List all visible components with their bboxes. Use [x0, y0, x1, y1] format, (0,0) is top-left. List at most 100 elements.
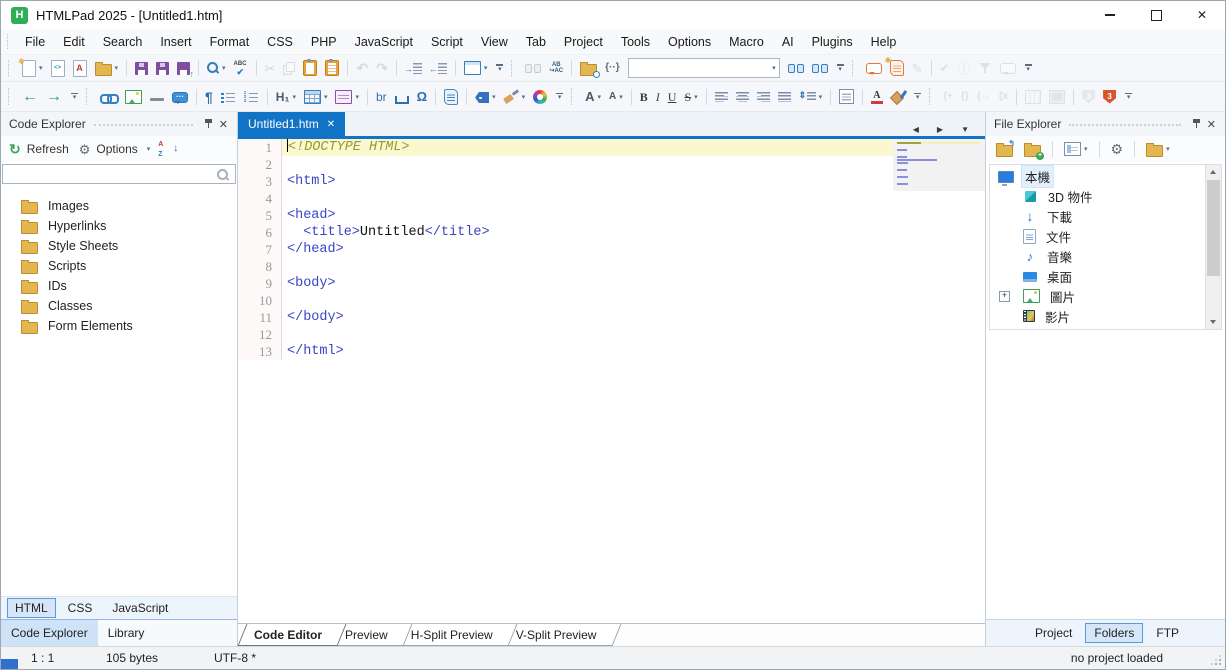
css-check-button[interactable]: [1079, 88, 1098, 106]
hyperlink-button[interactable]: [97, 89, 120, 105]
format-painter-button[interactable]: ▾: [501, 88, 529, 106]
menu-help[interactable]: Help: [862, 32, 906, 52]
menu-project[interactable]: Project: [555, 32, 612, 52]
minimap[interactable]: [893, 139, 985, 191]
close-button[interactable]: ✕: [1179, 1, 1225, 29]
tab-css[interactable]: CSS: [60, 598, 101, 618]
color-picker-button[interactable]: [530, 88, 550, 106]
toolbar-overflow-4-icon[interactable]: [68, 88, 81, 106]
unindent-button[interactable]: [427, 61, 450, 76]
tree-item-3D 物件[interactable]: 3D 物件: [990, 186, 1206, 206]
code-line[interactable]: 4: [238, 190, 985, 207]
bullet-list-button[interactable]: [218, 89, 239, 105]
resize-grip[interactable]: [1209, 653, 1221, 665]
code-line[interactable]: 12: [238, 326, 985, 343]
pin-button[interactable]: [1189, 118, 1204, 130]
tree-item-下載[interactable]: ↓下載: [990, 206, 1206, 226]
close-panel-button[interactable]: ✕: [1204, 118, 1219, 131]
tree-item-ids[interactable]: IDs: [1, 276, 237, 296]
font-color-button[interactable]: [868, 88, 886, 106]
scrollbar-thumb[interactable]: [1207, 180, 1220, 276]
menu-script[interactable]: Script: [422, 32, 472, 52]
save-all-button[interactable]: [153, 60, 172, 77]
forward-button[interactable]: →: [43, 87, 65, 107]
code-line[interactable]: 13</html>: [238, 343, 985, 360]
menu-macro[interactable]: Macro: [720, 32, 773, 52]
save-remote-button[interactable]: [174, 60, 193, 77]
search-input[interactable]: [2, 164, 236, 184]
css-goto-rule-button[interactable]: {→: [974, 90, 994, 104]
copy-button[interactable]: [280, 60, 298, 77]
cut-button[interactable]: ✂: [262, 60, 279, 77]
feedback-button[interactable]: [997, 60, 1019, 76]
paste-button[interactable]: [300, 58, 320, 78]
toolbar-overflow-2-icon[interactable]: [834, 59, 847, 77]
code-line[interactable]: 7</head>: [238, 241, 985, 258]
tree-item-scripts[interactable]: Scripts: [1, 256, 237, 276]
insert-tag-button[interactable]: ▾: [472, 88, 499, 105]
open-file-button[interactable]: ▾: [92, 58, 122, 78]
insert-layout-button[interactable]: ▾: [461, 59, 491, 77]
css-new-rule-button[interactable]: {+: [940, 90, 956, 104]
scroll-down-button[interactable]: [1206, 315, 1221, 329]
refresh-button[interactable]: ↻ Refresh: [7, 140, 73, 158]
favorites-folder-button[interactable]: ▾: [1143, 139, 1173, 159]
tab-ftp[interactable]: FTP: [1147, 623, 1188, 643]
css-grid-view-button[interactable]: [1022, 88, 1044, 106]
heading-button[interactable]: H₁▾: [273, 89, 299, 105]
close-panel-button[interactable]: ✕: [216, 118, 231, 131]
back-button[interactable]: ←: [19, 87, 41, 107]
minimize-button[interactable]: [1087, 1, 1133, 29]
menu-plugins[interactable]: Plugins: [803, 32, 862, 52]
code-line[interactable]: 2: [238, 156, 985, 173]
expand-icon[interactable]: +: [999, 291, 1010, 302]
numbered-list-button[interactable]: [241, 89, 262, 105]
find-previous-button[interactable]: [809, 61, 831, 75]
info-button[interactable]: ⓘ: [955, 60, 974, 77]
sort-button[interactable]: ↓: [156, 140, 180, 159]
document-tab[interactable]: Untitled1.htm ✕: [238, 112, 345, 136]
undo-button[interactable]: ↶: [353, 59, 371, 77]
menu-search[interactable]: Search: [94, 32, 152, 52]
save-button[interactable]: [132, 60, 151, 77]
toolbar-overflow-1-icon[interactable]: [493, 59, 506, 77]
strikethrough-button[interactable]: S▾: [681, 89, 700, 105]
menu-ai[interactable]: AI: [773, 32, 803, 52]
menu-options[interactable]: Options: [659, 32, 720, 52]
tree-item-音樂[interactable]: ♪音樂: [990, 246, 1206, 266]
italic-button[interactable]: I: [653, 89, 663, 105]
tab-close-icon[interactable]: ✕: [327, 119, 335, 130]
record-macro-button[interactable]: [887, 58, 907, 78]
paragraph-button[interactable]: ¶: [202, 88, 216, 106]
edit-mode-button[interactable]: ✎: [909, 60, 926, 77]
open-code-file-button[interactable]: [48, 58, 68, 79]
menu-file[interactable]: File: [16, 32, 54, 52]
code-line[interactable]: 8: [238, 258, 985, 275]
tab-html[interactable]: HTML: [7, 598, 56, 618]
code-line[interactable]: 3<html>: [238, 173, 985, 190]
menu-tools[interactable]: Tools: [612, 32, 659, 52]
tab-folders[interactable]: Folders: [1085, 623, 1143, 643]
redo-button[interactable]: ↷: [373, 59, 391, 77]
menu-javascript[interactable]: JavaScript: [346, 32, 422, 52]
code-line[interactable]: 6 <title>Untitled</title>: [238, 224, 985, 241]
tree-item-hyperlinks[interactable]: Hyperlinks: [1, 216, 237, 236]
underline-button[interactable]: U: [665, 89, 680, 105]
toolbar-overflow-5-icon[interactable]: [553, 88, 566, 106]
tree-item-本機[interactable]: 本機: [990, 166, 1206, 186]
toolbar-overflow-3-icon[interactable]: [1022, 59, 1035, 77]
tree-item-桌面[interactable]: 桌面: [990, 266, 1206, 286]
menu-css[interactable]: CSS: [258, 32, 302, 52]
comments-button[interactable]: [863, 60, 885, 76]
line-spacing-button[interactable]: ▾: [796, 89, 826, 104]
tree-item-圖片[interactable]: +圖片: [990, 286, 1206, 306]
tree-item-form-elements[interactable]: Form Elements: [1, 316, 237, 336]
pin-button[interactable]: [201, 118, 216, 130]
find-next-button[interactable]: [785, 61, 807, 75]
image-button[interactable]: [122, 88, 145, 106]
highlight-color-button[interactable]: [888, 88, 908, 106]
tab-code-explorer[interactable]: Code Explorer: [1, 620, 98, 646]
non-breaking-space-button[interactable]: [392, 88, 412, 106]
tab-v-split-preview[interactable]: V-Split Preview: [504, 624, 617, 646]
tree-item-style-sheets[interactable]: Style Sheets: [1, 236, 237, 256]
